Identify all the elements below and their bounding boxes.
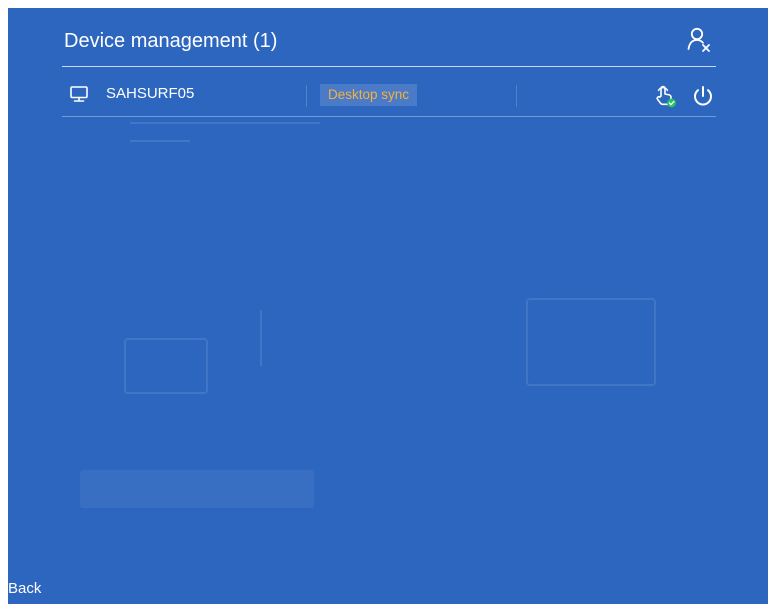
ghost-line-2: [130, 140, 190, 142]
ghost-screen-shape: [526, 298, 656, 386]
ghost-monitor-shape: [124, 338, 208, 394]
ghost-divider-shape: [260, 310, 262, 366]
row-divider: [306, 85, 307, 107]
status-badge: Desktop sync: [320, 84, 418, 106]
page-title: Device management (1): [64, 30, 278, 52]
ghost-line-1: [130, 122, 320, 124]
ghost-button-shape: [80, 470, 314, 508]
panel-header: Device management (1): [62, 26, 716, 67]
device-management-panel: Device management (1) SAHSURF05 Desktop …: [8, 8, 768, 604]
power-icon[interactable]: [690, 83, 716, 109]
remote-control-icon[interactable]: [652, 83, 678, 109]
user-remove-icon[interactable]: [686, 26, 712, 54]
device-row[interactable]: SAHSURF05 Desktop sync: [62, 74, 716, 117]
monitor-icon: [69, 84, 89, 104]
back-button[interactable]: Back: [8, 580, 41, 597]
device-name: SAHSURF05: [106, 85, 195, 102]
row-divider: [516, 85, 517, 107]
